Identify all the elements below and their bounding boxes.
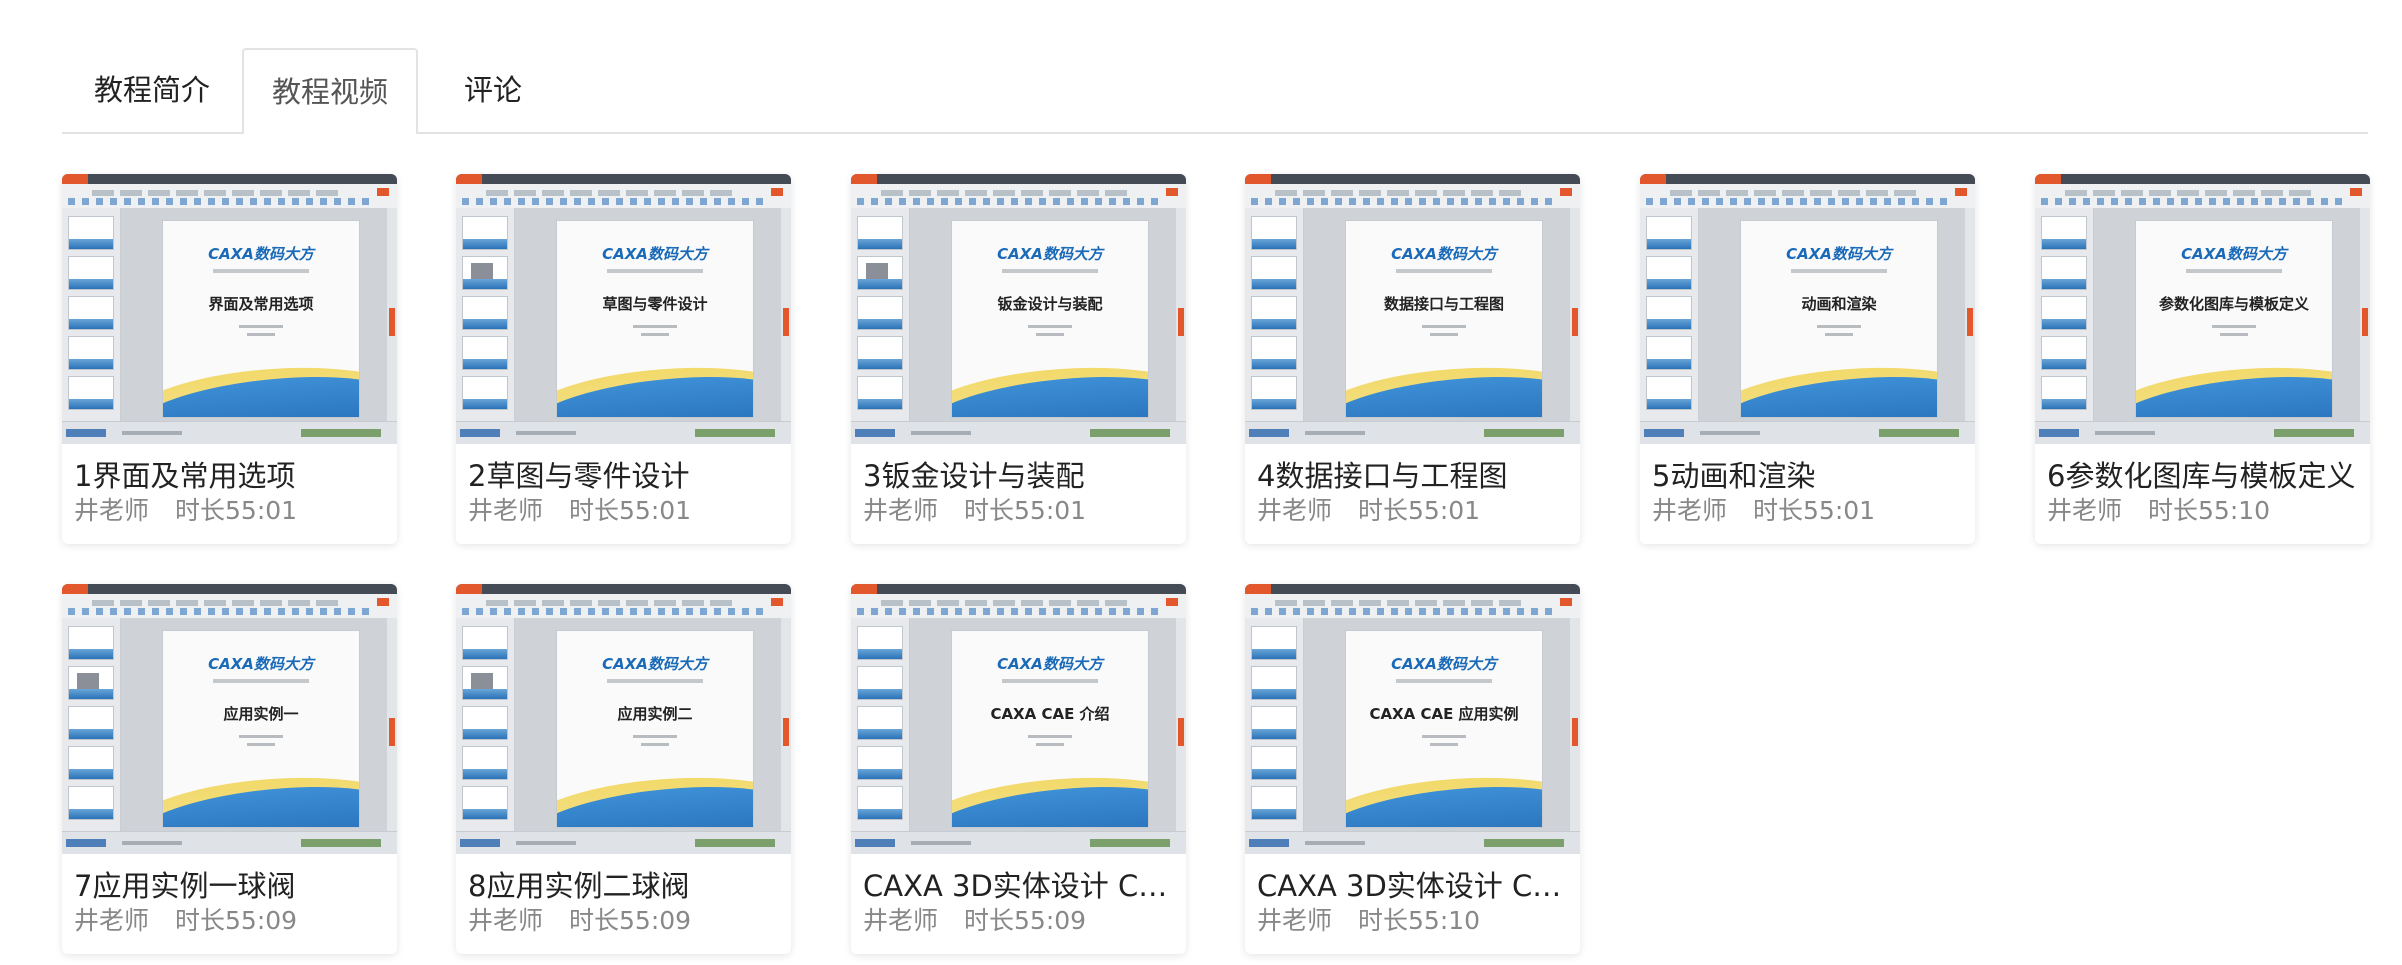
video-title[interactable]: CAXA 3D实体设计 CA... [863,868,1177,904]
video-thumbnail[interactable]: CAXA数码大方 钣金设计与装配 [851,174,1186,444]
video-title[interactable]: 3钣金设计与装配 [863,458,1177,494]
video-thumbnail[interactable]: CAXA数码大方 界面及常用选项 [62,174,397,444]
slide-title: CAXA CAE 介绍 [990,705,1110,723]
video-meta: 井老师 时长55:09 [468,906,782,936]
video-teacher: 井老师 [1652,496,1728,525]
slide-preview: CAXA数码大方 草图与零件设计 [556,220,754,418]
video-thumbnail[interactable]: CAXA数码大方 参数化图库与模板定义 [2035,174,2370,444]
video-meta: 井老师 时长55:09 [863,906,1177,936]
video-thumbnail[interactable]: CAXA数码大方 应用实例一 [62,584,397,854]
brand-logo-text: CAXA数码大方 [2181,245,2287,263]
video-title[interactable]: 1界面及常用选项 [74,458,388,494]
tab-videos[interactable]: 教程视频 [242,48,418,134]
video-teacher: 井老师 [468,496,544,525]
slide-title: 界面及常用选项 [208,295,314,313]
video-duration: 时长55:09 [569,906,692,935]
video-card[interactable]: CAXA数码大方 参数化图库与模板定义 6参数化图库与模板定义 井老师 时长55:… [2035,174,2370,544]
video-thumbnail[interactable]: CAXA数码大方 数据接口与工程图 [1245,174,1580,444]
video-meta: 井老师 时长55:10 [2047,496,2361,526]
slide-preview: CAXA数码大方 钣金设计与装配 [951,220,1149,418]
video-title[interactable]: 7应用实例一球阀 [74,868,388,904]
video-card[interactable]: CAXA数码大方 界面及常用选项 1界面及常用选项 井老师 时长55:01 [62,174,397,544]
video-thumbnail[interactable]: CAXA数码大方 草图与零件设计 [456,174,791,444]
video-duration: 时长55:10 [2148,496,2271,525]
video-card[interactable]: CAXA数码大方 钣金设计与装配 3钣金设计与装配 井老师 时长55:01 [851,174,1186,544]
tab-bar: 教程简介 教程视频 评论 [62,48,2368,134]
video-card[interactable]: CAXA数码大方 CAXA CAE 应用实例 CAXA 3D实体设计 CA...… [1245,584,1580,954]
video-teacher: 井老师 [74,496,150,525]
video-duration: 时长55:01 [1753,496,1876,525]
video-card[interactable]: CAXA数码大方 应用实例二 8应用实例二球阀 井老师 时长55:09 [456,584,791,954]
video-teacher: 井老师 [1257,496,1333,525]
slide-title: 参数化图库与模板定义 [2158,295,2309,313]
video-teacher: 井老师 [468,906,544,935]
brand-logo-text: CAXA数码大方 [1786,245,1892,263]
slide-preview: CAXA数码大方 参数化图库与模板定义 [2135,220,2333,418]
slide-preview: CAXA数码大方 CAXA CAE 介绍 [951,630,1149,828]
slide-title: 钣金设计与装配 [997,295,1103,313]
slide-preview: CAXA数码大方 应用实例二 [556,630,754,828]
video-duration: 时长55:01 [964,496,1087,525]
video-title[interactable]: 8应用实例二球阀 [468,868,782,904]
brand-logo-text: CAXA数码大方 [602,245,708,263]
video-teacher: 井老师 [74,906,150,935]
slide-title: 应用实例一 [223,705,299,723]
video-duration: 时长55:01 [1358,496,1481,525]
video-teacher: 井老师 [1257,906,1333,935]
video-meta: 井老师 时长55:01 [468,496,782,526]
brand-logo-text: CAXA数码大方 [997,655,1103,673]
video-duration: 时长55:01 [569,496,692,525]
video-thumbnail[interactable]: CAXA数码大方 应用实例二 [456,584,791,854]
video-card[interactable]: CAXA数码大方 应用实例一 7应用实例一球阀 井老师 时长55:09 [62,584,397,954]
video-card[interactable]: CAXA数码大方 数据接口与工程图 4数据接口与工程图 井老师 时长55:01 [1245,174,1580,544]
video-teacher: 井老师 [863,906,939,935]
video-title[interactable]: 6参数化图库与模板定义 [2047,458,2361,494]
video-duration: 时长55:10 [1358,906,1481,935]
video-meta: 井老师 时长55:01 [74,496,388,526]
video-card[interactable]: CAXA数码大方 CAXA CAE 介绍 CAXA 3D实体设计 CA... 井… [851,584,1186,954]
tab-comments[interactable]: 评论 [418,48,568,132]
brand-logo-text: CAXA数码大方 [208,245,314,263]
brand-logo-text: CAXA数码大方 [602,655,708,673]
video-title[interactable]: 5动画和渲染 [1652,458,1966,494]
brand-logo-text: CAXA数码大方 [997,245,1103,263]
slide-title: CAXA CAE 应用实例 [1369,705,1519,723]
video-duration: 时长55:09 [964,906,1087,935]
brand-logo-text: CAXA数码大方 [208,655,314,673]
video-meta: 井老师 时长55:01 [1257,496,1571,526]
brand-logo-text: CAXA数码大方 [1391,655,1497,673]
video-title[interactable]: 4数据接口与工程图 [1257,458,1571,494]
slide-preview: CAXA数码大方 应用实例一 [162,630,360,828]
video-card[interactable]: CAXA数码大方 动画和渲染 5动画和渲染 井老师 时长55:01 [1640,174,1975,544]
slide-title: 草图与零件设计 [602,295,708,313]
slide-preview: CAXA数码大方 界面及常用选项 [162,220,360,418]
video-teacher: 井老师 [2047,496,2123,525]
slide-title: 数据接口与工程图 [1383,295,1504,313]
video-title[interactable]: CAXA 3D实体设计 CA... [1257,868,1571,904]
video-thumbnail[interactable]: CAXA数码大方 CAXA CAE 介绍 [851,584,1186,854]
video-card[interactable]: CAXA数码大方 草图与零件设计 2草图与零件设计 井老师 时长55:01 [456,174,791,544]
video-meta: 井老师 时长55:10 [1257,906,1571,936]
video-thumbnail[interactable]: CAXA数码大方 动画和渲染 [1640,174,1975,444]
video-thumbnail[interactable]: CAXA数码大方 CAXA CAE 应用实例 [1245,584,1580,854]
slide-title: 应用实例二 [617,705,693,723]
video-teacher: 井老师 [863,496,939,525]
video-title[interactable]: 2草图与零件设计 [468,458,782,494]
slide-title: 动画和渲染 [1801,295,1877,313]
slide-preview: CAXA数码大方 动画和渲染 [1740,220,1938,418]
video-duration: 时长55:01 [175,496,298,525]
tab-intro[interactable]: 教程简介 [62,48,242,132]
slide-preview: CAXA数码大方 CAXA CAE 应用实例 [1345,630,1543,828]
video-meta: 井老师 时长55:01 [1652,496,1966,526]
slide-preview: CAXA数码大方 数据接口与工程图 [1345,220,1543,418]
video-duration: 时长55:09 [175,906,298,935]
video-meta: 井老师 时长55:01 [863,496,1177,526]
video-meta: 井老师 时长55:09 [74,906,388,936]
brand-logo-text: CAXA数码大方 [1391,245,1497,263]
